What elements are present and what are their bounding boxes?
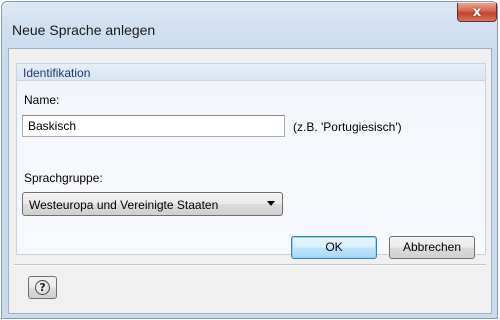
language-group-value: Westeuropa und Vereinigte Staaten — [29, 198, 219, 212]
dialog-content: Identifikation Name: (z.B. 'Portugiesisc… — [8, 48, 492, 314]
name-label: Name: — [24, 93, 60, 107]
identification-group: Identifikation — [16, 63, 486, 255]
group-header: Identifikation — [17, 64, 485, 81]
chevron-down-icon — [267, 201, 275, 206]
dialog-window: Neue Sprache anlegen x Identifikation Na… — [0, 0, 500, 320]
language-group-select[interactable]: Westeuropa und Vereinigte Staaten — [22, 192, 283, 216]
name-hint: (z.B. 'Portugiesisch') — [293, 120, 402, 134]
help-icon: ? — [35, 280, 50, 295]
language-group-label: Sprachgruppe: — [24, 171, 103, 185]
group-title: Identifikation — [23, 66, 91, 80]
close-icon: x — [472, 4, 482, 20]
window-title: Neue Sprache anlegen — [12, 22, 156, 38]
close-button[interactable]: x — [457, 3, 497, 22]
help-button[interactable]: ? — [28, 276, 57, 299]
name-input[interactable] — [22, 115, 285, 137]
footer-separator — [14, 264, 486, 266]
cancel-button[interactable]: Abbrechen — [389, 236, 475, 259]
ok-button[interactable]: OK — [291, 236, 377, 259]
